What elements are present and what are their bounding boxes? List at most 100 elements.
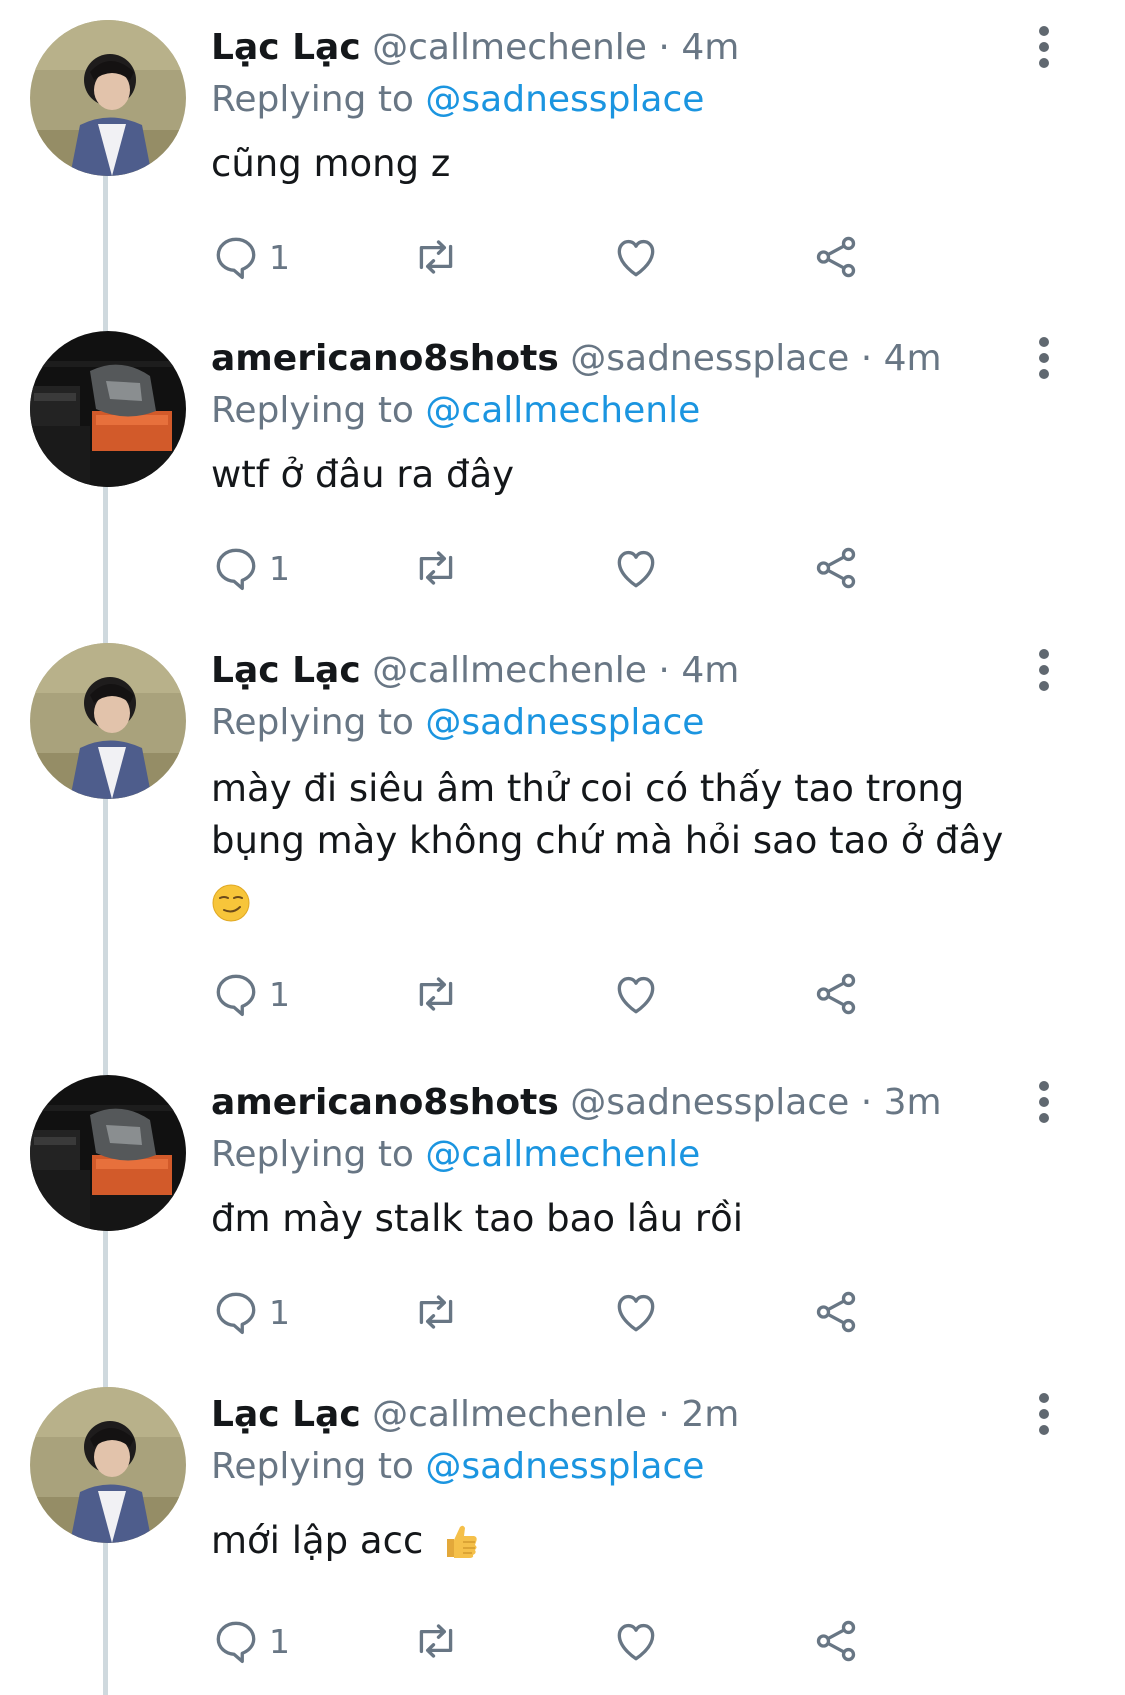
timestamp[interactable]: 2m bbox=[681, 1394, 739, 1435]
reply-button[interactable]: 1 bbox=[211, 1282, 290, 1342]
share-button[interactable] bbox=[811, 1611, 861, 1671]
retweet-button[interactable] bbox=[411, 964, 461, 1024]
reply-button[interactable]: 1 bbox=[211, 227, 290, 287]
tweet[interactable]: Lạc Lạc @callmechenle · 2m Replying to @… bbox=[0, 1387, 1125, 1687]
retweet-button[interactable] bbox=[411, 1282, 461, 1342]
thumbs-up-emoji bbox=[447, 1525, 477, 1558]
avatar[interactable] bbox=[30, 331, 186, 487]
like-button[interactable] bbox=[611, 1282, 661, 1342]
avatar[interactable] bbox=[30, 1075, 186, 1231]
tweet-header: Lạc Lạc @callmechenle · 4m bbox=[211, 649, 739, 693]
share-icon bbox=[816, 236, 856, 278]
reply-button[interactable]: 1 bbox=[211, 964, 290, 1024]
replying-to: Replying to @sadnessplace bbox=[211, 78, 704, 122]
share-button[interactable] bbox=[811, 1282, 861, 1342]
more-icon[interactable] bbox=[1030, 1077, 1058, 1127]
replying-to: Replying to @callmechenle bbox=[211, 1133, 700, 1177]
avatar-image bbox=[30, 20, 186, 176]
reply-count: 1 bbox=[269, 1621, 290, 1661]
replying-to-link[interactable]: @callmechenle bbox=[425, 1134, 700, 1175]
timestamp[interactable]: 4m bbox=[884, 338, 942, 379]
more-icon[interactable] bbox=[1030, 645, 1058, 695]
tweet-actions: 1 bbox=[211, 1611, 931, 1671]
like-button[interactable] bbox=[611, 964, 661, 1024]
tweet-text-line: mày đi siêu âm thử coi có thấy tao trong bbox=[211, 767, 965, 810]
replying-to-link[interactable]: @sadnessplace bbox=[425, 1446, 704, 1487]
display-name[interactable]: Lạc Lạc bbox=[211, 27, 361, 68]
tweet-text-line: wtf ở đâu ra đây bbox=[211, 453, 515, 496]
avatar-image bbox=[30, 1387, 186, 1543]
tweet-header: Lạc Lạc @callmechenle · 2m bbox=[211, 1393, 739, 1437]
avatar-image bbox=[30, 643, 186, 799]
more-icon[interactable] bbox=[1030, 1389, 1058, 1439]
like-icon bbox=[617, 550, 655, 588]
tweet-header: Lạc Lạc @callmechenle · 4m bbox=[211, 26, 739, 70]
reply-icon bbox=[216, 1292, 256, 1335]
replying-label: Replying to bbox=[211, 79, 414, 120]
more-icon[interactable] bbox=[1030, 333, 1058, 383]
replying-to-link[interactable]: @sadnessplace bbox=[425, 79, 704, 120]
avatar[interactable] bbox=[30, 643, 186, 799]
timestamp[interactable]: 3m bbox=[884, 1082, 942, 1123]
tweet-text: mày đi siêu âm thử coi có thấy tao trong… bbox=[211, 763, 1003, 929]
retweet-button[interactable] bbox=[411, 538, 461, 598]
display-name[interactable]: americano8shots bbox=[211, 338, 559, 379]
avatar[interactable] bbox=[30, 1387, 186, 1543]
timestamp[interactable]: 4m bbox=[681, 27, 739, 68]
like-button[interactable] bbox=[611, 227, 661, 287]
user-handle[interactable]: @sadnessplace bbox=[570, 338, 849, 379]
display-name[interactable]: Lạc Lạc bbox=[211, 1394, 361, 1435]
share-button[interactable] bbox=[811, 964, 861, 1024]
retweet-button[interactable] bbox=[411, 1611, 461, 1671]
separator: · bbox=[860, 338, 873, 379]
separator: · bbox=[658, 650, 670, 691]
reply-icon bbox=[216, 548, 256, 591]
display-name[interactable]: Lạc Lạc bbox=[211, 650, 361, 691]
tweet[interactable]: americano8shots @sadnessplace · 3m Reply… bbox=[0, 1075, 1125, 1345]
tweet-text: wtf ở đâu ra đây bbox=[211, 449, 514, 501]
tweet-text-line: đm mày stalk tao bao lâu rồi bbox=[211, 1197, 744, 1240]
tweet-actions: 1 bbox=[211, 964, 931, 1024]
user-handle[interactable]: @callmechenle bbox=[372, 1394, 647, 1435]
display-name[interactable]: americano8shots bbox=[211, 1082, 559, 1123]
reply-button[interactable]: 1 bbox=[211, 538, 290, 598]
retweet-icon bbox=[419, 1295, 453, 1329]
tweet-text: đm mày stalk tao bao lâu rồi bbox=[211, 1193, 743, 1245]
tweet-text-line: bụng mày không chứ mà hỏi sao tao ở đây bbox=[211, 819, 1004, 862]
replying-to-link[interactable]: @callmechenle bbox=[425, 390, 700, 431]
share-icon bbox=[816, 1620, 856, 1662]
user-handle[interactable]: @sadnessplace bbox=[570, 1082, 849, 1123]
share-button[interactable] bbox=[811, 538, 861, 598]
retweet-button[interactable] bbox=[411, 227, 461, 287]
tweet-header: americano8shots @sadnessplace · 4m bbox=[211, 337, 942, 381]
like-button[interactable] bbox=[611, 1611, 661, 1671]
like-button[interactable] bbox=[611, 538, 661, 598]
retweet-icon bbox=[419, 551, 453, 585]
like-icon bbox=[617, 239, 655, 277]
avatar-image bbox=[30, 1075, 186, 1231]
reply-count: 1 bbox=[269, 1292, 290, 1332]
avatar-image bbox=[30, 331, 186, 487]
reply-button[interactable]: 1 bbox=[211, 1611, 290, 1671]
avatar[interactable] bbox=[30, 20, 186, 176]
share-button[interactable] bbox=[811, 227, 861, 287]
user-handle[interactable]: @callmechenle bbox=[372, 27, 647, 68]
share-icon bbox=[816, 1291, 856, 1333]
timestamp[interactable]: 4m bbox=[681, 650, 739, 691]
like-icon bbox=[617, 1294, 655, 1332]
tweet[interactable]: americano8shots @sadnessplace · 4m Reply… bbox=[0, 331, 1125, 601]
replying-to-link[interactable]: @sadnessplace bbox=[425, 702, 704, 743]
user-handle[interactable]: @callmechenle bbox=[372, 650, 647, 691]
tweet-actions: 1 bbox=[211, 227, 931, 287]
like-icon bbox=[617, 976, 655, 1014]
tweet-content: Lạc Lạc @callmechenle · 2m Replying to @… bbox=[211, 1387, 1085, 1637]
tweet-text-line: cũng mong z bbox=[211, 142, 451, 185]
reply-count: 1 bbox=[269, 548, 290, 588]
separator: · bbox=[860, 1082, 873, 1123]
replying-label: Replying to bbox=[211, 1134, 414, 1175]
replying-label: Replying to bbox=[211, 390, 414, 431]
tweet-actions: 1 bbox=[211, 1282, 931, 1342]
tweet[interactable]: Lạc Lạc @callmechenle · 4m Replying to @… bbox=[0, 20, 1125, 290]
more-icon[interactable] bbox=[1030, 22, 1058, 72]
tweet[interactable]: Lạc Lạc @callmechenle · 4m Replying to @… bbox=[0, 643, 1125, 1043]
